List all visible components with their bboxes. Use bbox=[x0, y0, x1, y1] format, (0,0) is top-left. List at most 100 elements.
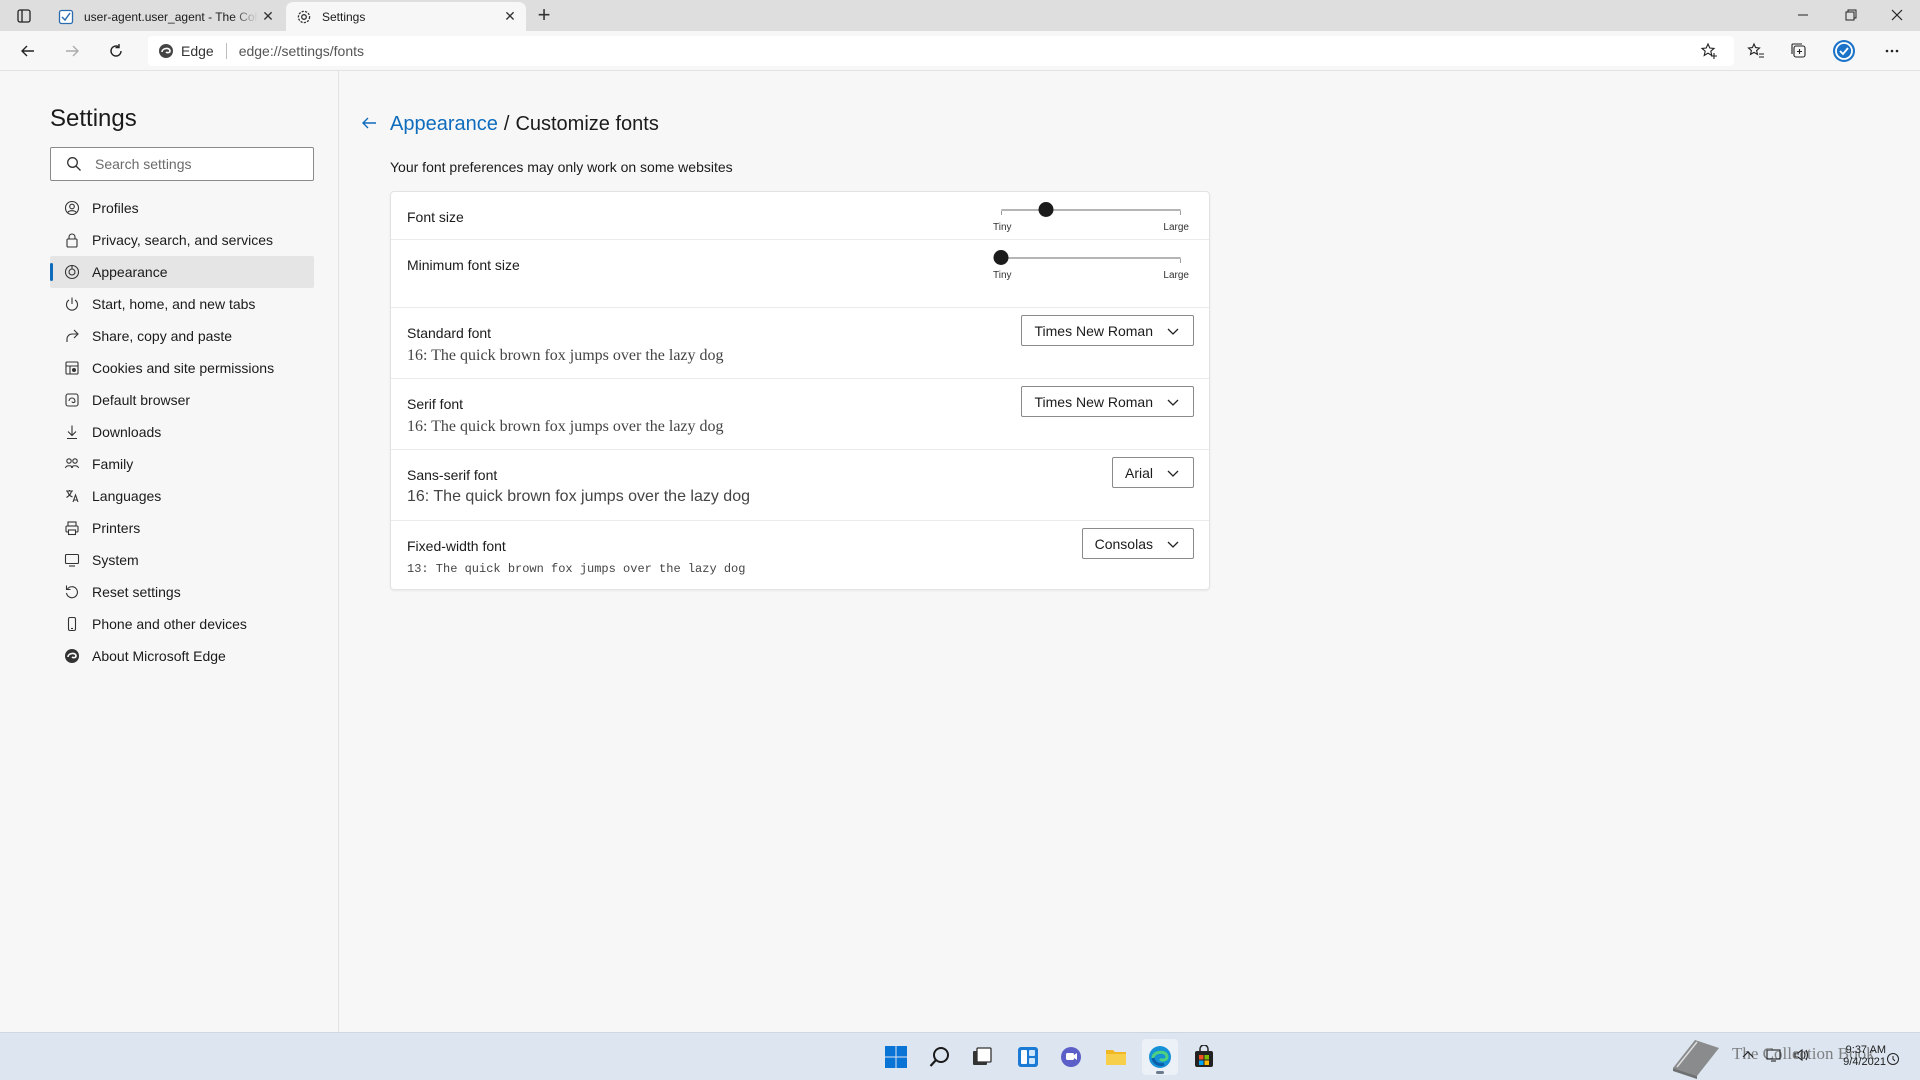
sidebar-title: Settings bbox=[50, 105, 137, 132]
sidebar-item-reset[interactable]: Reset settings bbox=[50, 576, 314, 608]
page-title: Customize fonts bbox=[515, 113, 659, 135]
sidebar-item-appearance[interactable]: Appearance bbox=[50, 256, 314, 288]
font-size-slider[interactable]: Tiny Large bbox=[993, 198, 1189, 234]
breadcrumb-appearance-link[interactable]: Appearance bbox=[390, 113, 498, 135]
search-settings-box[interactable] bbox=[50, 147, 314, 181]
slider-tick bbox=[1001, 211, 1002, 215]
sidebar-item-languages[interactable]: Languages bbox=[50, 480, 314, 512]
close-window-icon[interactable] bbox=[1874, 0, 1920, 30]
network-icon[interactable] bbox=[1766, 1048, 1782, 1065]
chevron-down-icon bbox=[1167, 538, 1179, 550]
profile-avatar[interactable] bbox=[1829, 36, 1859, 66]
favorites-icon[interactable] bbox=[1741, 36, 1771, 66]
tab-actions-icon[interactable] bbox=[10, 5, 38, 27]
browser-icon bbox=[63, 391, 81, 409]
search-icon[interactable] bbox=[922, 1039, 958, 1075]
tab-settings[interactable]: Settings ✕ bbox=[286, 2, 526, 31]
store-icon[interactable] bbox=[1186, 1039, 1222, 1075]
fixed-width-font-sample: 13: The quick brown fox jumps over the l… bbox=[407, 562, 746, 576]
start-icon[interactable] bbox=[878, 1039, 914, 1075]
sidebar-item-phone[interactable]: Phone and other devices bbox=[50, 608, 314, 640]
sidebar-item-default-browser[interactable]: Default browser bbox=[50, 384, 314, 416]
sidebar-item-label: Default browser bbox=[92, 392, 191, 408]
new-tab-button[interactable]: + bbox=[532, 4, 556, 28]
collections-icon[interactable] bbox=[1784, 36, 1814, 66]
sidebar-item-share[interactable]: Share, copy and paste bbox=[50, 320, 314, 352]
chevron-down-icon bbox=[1167, 325, 1179, 337]
chevron-up-icon[interactable] bbox=[1742, 1048, 1754, 1064]
standard-font-label: Standard font bbox=[407, 325, 492, 341]
chevron-down-icon bbox=[1167, 467, 1179, 479]
clock[interactable]: 9:37 AM 9/4/2021 bbox=[1843, 1044, 1886, 1068]
lock-icon bbox=[63, 231, 81, 249]
sidebar-item-profiles[interactable]: Profiles bbox=[50, 192, 314, 224]
sidebar-item-privacy[interactable]: Privacy, search, and services bbox=[50, 224, 314, 256]
phone-icon bbox=[63, 615, 81, 633]
serif-font-select[interactable]: Times New Roman bbox=[1021, 386, 1194, 417]
serif-font-row: Serif font 16: The quick brown fox jumps… bbox=[391, 379, 1209, 450]
sidebar-item-label: Printers bbox=[92, 520, 141, 536]
sans-serif-font-sample: 16: The quick brown fox jumps over the l… bbox=[407, 488, 750, 505]
select-value: Times New Roman bbox=[1034, 322, 1153, 339]
minimize-icon[interactable] bbox=[1780, 0, 1826, 30]
chat-icon[interactable] bbox=[1053, 1039, 1089, 1075]
fixed-width-font-label: Fixed-width font bbox=[407, 538, 506, 554]
sidebar-item-start-home[interactable]: Start, home, and new tabs bbox=[50, 288, 314, 320]
slider-track bbox=[1001, 257, 1181, 259]
add-favorite-icon[interactable] bbox=[1694, 36, 1724, 66]
sidebar-item-label: Family bbox=[92, 456, 134, 472]
min-font-size-label: Minimum font size bbox=[407, 257, 520, 273]
sidebar-item-about[interactable]: About Microsoft Edge bbox=[50, 640, 314, 672]
sidebar-item-label: Phone and other devices bbox=[92, 616, 247, 632]
standard-font-sample: 16: The quick brown fox jumps over the l… bbox=[407, 347, 724, 364]
sans-serif-font-row: Sans-serif font 16: The quick brown fox … bbox=[391, 450, 1209, 521]
fonts-card: Font size Tiny Large Minimum font size T… bbox=[390, 191, 1210, 590]
sans-serif-font-select[interactable]: Arial bbox=[1111, 457, 1194, 488]
back-icon[interactable] bbox=[13, 36, 43, 66]
file-explorer-icon[interactable] bbox=[1098, 1039, 1134, 1075]
search-icon bbox=[66, 156, 82, 172]
task-view-icon[interactable] bbox=[964, 1039, 1000, 1075]
fixed-width-font-row: Fixed-width font 13: The quick brown fox… bbox=[391, 521, 1209, 591]
fixed-width-font-select[interactable]: Consolas bbox=[1081, 528, 1194, 559]
edge-icon bbox=[63, 647, 81, 665]
notification-icon[interactable] bbox=[1886, 1052, 1900, 1069]
slider-tick bbox=[1180, 259, 1181, 263]
sidebar-item-system[interactable]: System bbox=[50, 544, 314, 576]
sidebar-item-family[interactable]: Family bbox=[50, 448, 314, 480]
standard-font-select[interactable]: Times New Roman bbox=[1021, 315, 1194, 346]
serif-font-label: Serif font bbox=[407, 396, 464, 412]
volume-icon[interactable] bbox=[1794, 1048, 1810, 1065]
slider-thumb[interactable] bbox=[1038, 202, 1054, 217]
restore-icon[interactable] bbox=[1828, 0, 1874, 30]
edge-taskbar-icon[interactable] bbox=[1142, 1039, 1178, 1075]
slider-thumb[interactable] bbox=[993, 250, 1009, 265]
sidebar-item-label: Start, home, and new tabs bbox=[92, 296, 256, 312]
sidebar-item-cookies[interactable]: Cookies and site permissions bbox=[50, 352, 314, 384]
settings-nav: Profiles Privacy, search, and services A… bbox=[50, 192, 314, 672]
serif-font-sample: 16: The quick brown fox jumps over the l… bbox=[407, 418, 724, 435]
cookies-icon bbox=[63, 359, 81, 377]
close-icon[interactable]: ✕ bbox=[258, 7, 278, 27]
sidebar-item-printers[interactable]: Printers bbox=[50, 512, 314, 544]
close-icon[interactable]: ✕ bbox=[500, 7, 520, 27]
sidebar-item-downloads[interactable]: Downloads bbox=[50, 416, 314, 448]
slider-track bbox=[1001, 209, 1181, 211]
address-bar[interactable]: Edge edge://settings/fonts bbox=[148, 36, 1734, 66]
min-font-size-slider[interactable]: Tiny Large bbox=[993, 246, 1189, 282]
forward-icon[interactable] bbox=[57, 36, 87, 66]
slider-min-label: Tiny bbox=[993, 270, 1012, 281]
edge-logo-icon bbox=[158, 43, 174, 59]
share-icon bbox=[63, 327, 81, 345]
clock-date: 9/4/2021 bbox=[1843, 1056, 1886, 1068]
tab-user-agent[interactable]: user-agent.user_agent - The Collection B… bbox=[48, 2, 284, 31]
slider-tick bbox=[1180, 211, 1181, 215]
widgets-icon[interactable] bbox=[1010, 1039, 1046, 1075]
more-icon[interactable] bbox=[1877, 36, 1907, 66]
refresh-icon[interactable] bbox=[101, 36, 131, 66]
url-text[interactable]: edge://settings/fonts bbox=[239, 43, 364, 59]
back-arrow-icon[interactable] bbox=[357, 111, 381, 135]
sidebar-item-label: Privacy, search, and services bbox=[92, 232, 274, 248]
document-favicon-icon bbox=[58, 9, 74, 25]
search-input[interactable] bbox=[95, 156, 295, 172]
